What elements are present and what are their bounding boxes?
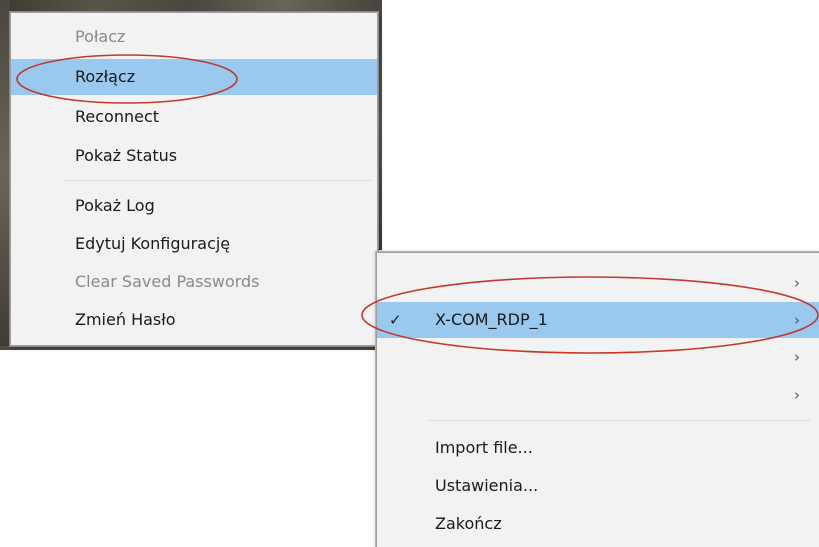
menu-item-show-log[interactable]: Pokaż Log <box>11 188 377 224</box>
desktop-background-strip <box>378 0 382 250</box>
menu-separator <box>429 420 810 421</box>
menu-item-label: Zakończ <box>435 514 502 533</box>
menu-item-connection[interactable]: › <box>377 377 819 413</box>
menu-item-connection[interactable]: › <box>377 339 819 375</box>
menu-item-import-file[interactable]: Import file... <box>377 430 819 466</box>
menu-item-label: Rozłącz <box>75 67 136 86</box>
chevron-right-icon: › <box>794 348 800 366</box>
menu-item-show-status[interactable]: Pokaż Status <box>11 138 377 174</box>
menu-item-edit-config[interactable]: Edytuj Konfigurację <box>11 226 377 262</box>
menu-item-connection[interactable]: › <box>377 265 819 301</box>
menu-item-label: Edytuj Konfigurację <box>75 234 231 253</box>
menu-item-change-password[interactable]: Zmień Hasło <box>11 302 377 338</box>
menu-item-label: Clear Saved Passwords <box>75 272 260 291</box>
menu-item-label: Import file... <box>435 438 533 457</box>
menu-item-clear-passwords[interactable]: Clear Saved Passwords <box>11 264 377 300</box>
menu-item-label: Pokaż Status <box>75 146 178 165</box>
menu-item-exit[interactable]: Zakończ <box>377 506 819 542</box>
menu-item-label: Reconnect <box>75 107 160 126</box>
menu-item-label: X-COM_RDP_1 <box>435 310 548 329</box>
menu-item-label: Połacz <box>75 27 126 46</box>
desktop-background-strip <box>0 0 10 346</box>
menu-item-label: Ustawienia... <box>435 476 539 495</box>
connection-context-menu: Połacz Rozłącz Reconnect Pokaż Status Po… <box>10 12 378 346</box>
menu-item-disconnect[interactable]: Rozłącz <box>11 59 377 95</box>
desktop-background-strip <box>0 346 378 350</box>
screenshot-stage: Połacz Rozłącz Reconnect Pokaż Status Po… <box>0 0 819 547</box>
menu-separator <box>65 180 371 181</box>
chevron-right-icon: › <box>794 311 800 329</box>
menu-item-label: Zmień Hasło <box>75 310 176 329</box>
checkmark-icon: ✓ <box>389 311 402 329</box>
menu-item-settings[interactable]: Ustawienia... <box>377 468 819 504</box>
chevron-right-icon: › <box>794 386 800 404</box>
tray-menu: › ✓ X-COM_RDP_1 › › › Import file... Ust… <box>376 252 819 547</box>
desktop-background-strip <box>0 0 378 12</box>
menu-item-connect[interactable]: Połacz <box>11 19 377 55</box>
menu-item-reconnect[interactable]: Reconnect <box>11 99 377 135</box>
chevron-right-icon: › <box>794 274 800 292</box>
menu-item-label: Pokaż Log <box>75 196 155 215</box>
menu-item-connection-x-com-rdp-1[interactable]: ✓ X-COM_RDP_1 › <box>377 302 819 338</box>
